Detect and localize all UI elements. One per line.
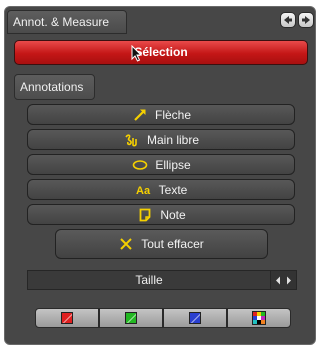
clear-all-label: Tout effacer: [141, 237, 204, 251]
annotations-section-tab[interactable]: Annotations: [14, 74, 95, 100]
arrow-right-icon: [302, 16, 310, 24]
previous-button[interactable]: [280, 12, 296, 28]
red-swatch: [61, 312, 73, 324]
svg-text:Aa: Aa: [136, 185, 151, 196]
chevron-right-icon[interactable]: [286, 276, 292, 285]
freehand-tool-icon: [123, 132, 141, 148]
color-palette-icon: [252, 311, 266, 325]
note-tool-icon: [136, 207, 154, 223]
color-red-button[interactable]: [35, 308, 99, 328]
note-tool-button[interactable]: Note: [27, 204, 295, 225]
panel-title: Annot. & Measure: [13, 15, 110, 29]
arrow-tool-button[interactable]: Flèche: [27, 104, 295, 125]
clear-all-button[interactable]: Tout effacer: [55, 229, 268, 259]
color-palette-button[interactable]: [227, 308, 291, 328]
color-picker-row: [35, 308, 293, 328]
ellipse-tool-button[interactable]: Ellipse: [27, 154, 295, 175]
chevron-left-icon[interactable]: [275, 276, 281, 285]
ellipse-tool-icon: [131, 157, 149, 173]
cross-icon: [119, 237, 133, 251]
annotations-section-label: Annotations: [20, 80, 84, 94]
text-tool-label: Texte: [158, 182, 188, 197]
freehand-tool-label: Main libre: [146, 132, 200, 147]
blue-swatch: [189, 312, 201, 324]
size-label: Taille: [135, 273, 163, 287]
green-swatch: [125, 312, 137, 324]
arrow-tool-label: Flèche: [154, 107, 192, 122]
next-button[interactable]: [298, 12, 314, 28]
color-blue-button[interactable]: [163, 308, 227, 328]
mouse-pointer-icon: [131, 45, 143, 62]
arrow-tool-icon: [131, 107, 149, 123]
size-field[interactable]: Taille: [27, 270, 271, 290]
text-tool-button[interactable]: Aa Texte: [27, 179, 295, 200]
panel-title-tab[interactable]: Annot. & Measure: [7, 10, 127, 34]
freehand-tool-button[interactable]: Main libre: [27, 129, 295, 150]
ellipse-tool-label: Ellipse: [155, 157, 191, 172]
size-stepper[interactable]: [271, 270, 297, 290]
note-tool-label: Note: [160, 207, 186, 222]
text-tool-icon: Aa: [135, 182, 153, 198]
color-green-button[interactable]: [99, 308, 163, 328]
arrow-left-icon: [284, 16, 292, 24]
selection-button[interactable]: Sélection: [14, 40, 308, 65]
